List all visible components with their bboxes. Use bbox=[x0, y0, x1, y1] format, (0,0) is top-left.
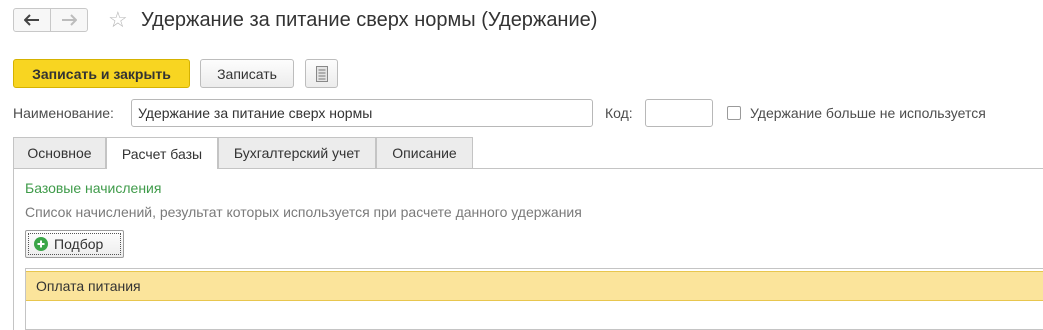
document-icon bbox=[315, 65, 328, 82]
save-button[interactable]: Записать bbox=[200, 59, 294, 88]
pick-button-label: Подбор bbox=[54, 236, 104, 252]
save-and-close-button[interactable]: Записать и закрыть bbox=[13, 59, 190, 88]
page-title: Удержание за питание сверх нормы (Удержа… bbox=[141, 9, 598, 31]
name-label: Наименование: bbox=[13, 105, 114, 121]
panel-border bbox=[13, 168, 14, 330]
tab-base-calculation[interactable]: Расчет базы bbox=[106, 137, 218, 169]
tab-description[interactable]: Описание bbox=[376, 137, 473, 168]
section-title: Базовые начисления bbox=[25, 180, 162, 196]
name-field[interactable]: Удержание за питание сверх нормы bbox=[131, 99, 593, 127]
forward-button[interactable] bbox=[50, 8, 88, 32]
report-button[interactable] bbox=[305, 59, 338, 88]
code-field[interactable] bbox=[645, 99, 713, 127]
back-button[interactable] bbox=[13, 8, 51, 32]
section-description: Список начислений, результат которых исп… bbox=[25, 204, 582, 220]
unused-checkbox[interactable] bbox=[727, 106, 741, 120]
code-label: Код: bbox=[605, 105, 633, 121]
table-row[interactable]: Оплата питания bbox=[26, 271, 1043, 301]
arrow-left-icon bbox=[24, 14, 39, 26]
favorite-star-icon[interactable]: ☆ bbox=[108, 7, 128, 33]
tab-main[interactable]: Основное bbox=[13, 137, 106, 168]
arrow-right-icon bbox=[62, 14, 77, 26]
plus-circle-icon bbox=[34, 237, 48, 251]
unused-label[interactable]: Удержание больше не используется bbox=[750, 105, 986, 121]
pick-button[interactable]: Подбор bbox=[25, 230, 124, 258]
tab-accounting[interactable]: Бухгалтерский учет bbox=[218, 137, 376, 168]
